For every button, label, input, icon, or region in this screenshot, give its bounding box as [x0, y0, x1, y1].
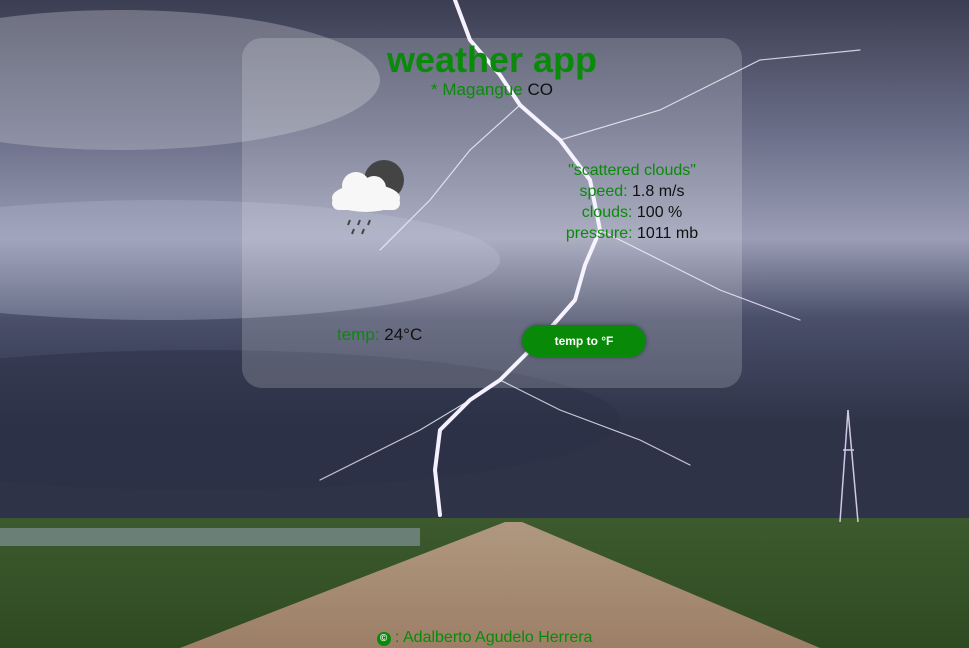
footer: © : Adalberto Agudelo Herrera: [0, 628, 969, 648]
pressure-value: 1011 mb: [637, 225, 699, 242]
author-name: : Adalberto Agudelo Herrera: [394, 629, 593, 646]
app-title: weather app: [386, 39, 598, 80]
weather-details: "scattered clouds" speed: 1.8 m/s clouds…: [532, 160, 732, 244]
temp-value: 24°C: [384, 325, 423, 344]
speed-value: 1.8 m/s: [632, 183, 685, 200]
clouds-value: 100 %: [636, 204, 683, 221]
pressure-label: pressure:: [565, 225, 633, 242]
clouds-row: clouds: 100 %: [532, 202, 732, 223]
location: * Magangue CO: [242, 80, 742, 100]
temp-toggle-button[interactable]: temp to °F: [522, 325, 646, 357]
clouds-label: clouds:: [581, 204, 633, 221]
wind-speed-row: speed: 1.8 m/s: [532, 181, 732, 202]
weather-description: "scattered clouds": [568, 162, 696, 179]
weather-card: weather app * Magangue CO "scattered clo…: [242, 38, 742, 388]
temperature: temp: 24°C: [337, 325, 422, 345]
city-name: * Magangue: [431, 80, 523, 99]
pressure-row: pressure: 1011 mb: [532, 223, 732, 244]
country-code: CO: [527, 80, 553, 99]
copyright-icon: ©: [376, 632, 391, 646]
cloud-rain-icon: [332, 160, 404, 235]
temp-label: temp:: [337, 325, 380, 344]
speed-label: speed:: [579, 183, 628, 200]
